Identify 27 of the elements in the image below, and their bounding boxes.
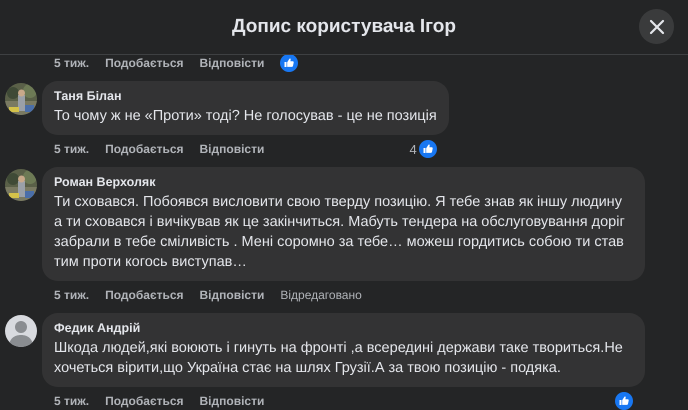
author-name[interactable]: Таня Білан xyxy=(54,89,437,103)
comment-text: Ти сховався. Побоявся висловити свою тверду позицію. Я тебе знав як іншу людину а ти сховався і вичікував як це закінчиться. Мабуть тендера на обслуговування доріг забрали в тебе сміливість . Мені соромно за тебе… можеш гордитись собою ти став тим проти когось виступав… xyxy=(54,193,626,272)
close-button[interactable] xyxy=(639,9,674,44)
avatar-icon xyxy=(5,315,37,347)
comment-text: То чому ж не «Проти» тоді? Не голосував - це не позиція xyxy=(54,107,437,126)
timestamp[interactable]: 5 тиж. xyxy=(54,56,90,70)
reaction-count: 4 xyxy=(409,142,417,156)
like-link[interactable]: Подобається xyxy=(105,142,184,156)
comment-text: Шкода людей,які воюють і гинуть на фронті ,а всередині держави таке твориться.Не хочеться вірити,що Україна стає на шлях Грузії.А за твою позицію - подяка. xyxy=(54,339,624,378)
author-name[interactable]: Роман Верхоляк xyxy=(54,175,633,189)
like-icon xyxy=(615,392,633,410)
close-icon xyxy=(648,18,664,34)
like-link[interactable]: Подобається xyxy=(105,394,184,408)
reply-link[interactable]: Відповісти xyxy=(200,394,264,408)
author-name[interactable]: Федик Андрій xyxy=(54,321,633,335)
like-icon xyxy=(280,54,298,72)
like-link[interactable]: Подобається xyxy=(105,288,184,302)
timestamp[interactable]: 5 тиж. xyxy=(54,394,90,408)
reply-link[interactable]: Відповісти xyxy=(200,142,264,156)
reply-link[interactable]: Відповісти xyxy=(200,288,264,302)
like-icon xyxy=(418,140,437,158)
like-link[interactable]: Подобається xyxy=(105,56,184,70)
dialog-title: Допис користувача Ігор xyxy=(232,16,456,38)
timestamp[interactable]: 5 тиж. xyxy=(54,288,90,302)
timestamp[interactable]: 5 тиж. xyxy=(54,142,90,156)
reply-link[interactable]: Відповісти xyxy=(200,56,264,70)
edited-label: Відредаговано xyxy=(280,288,362,302)
